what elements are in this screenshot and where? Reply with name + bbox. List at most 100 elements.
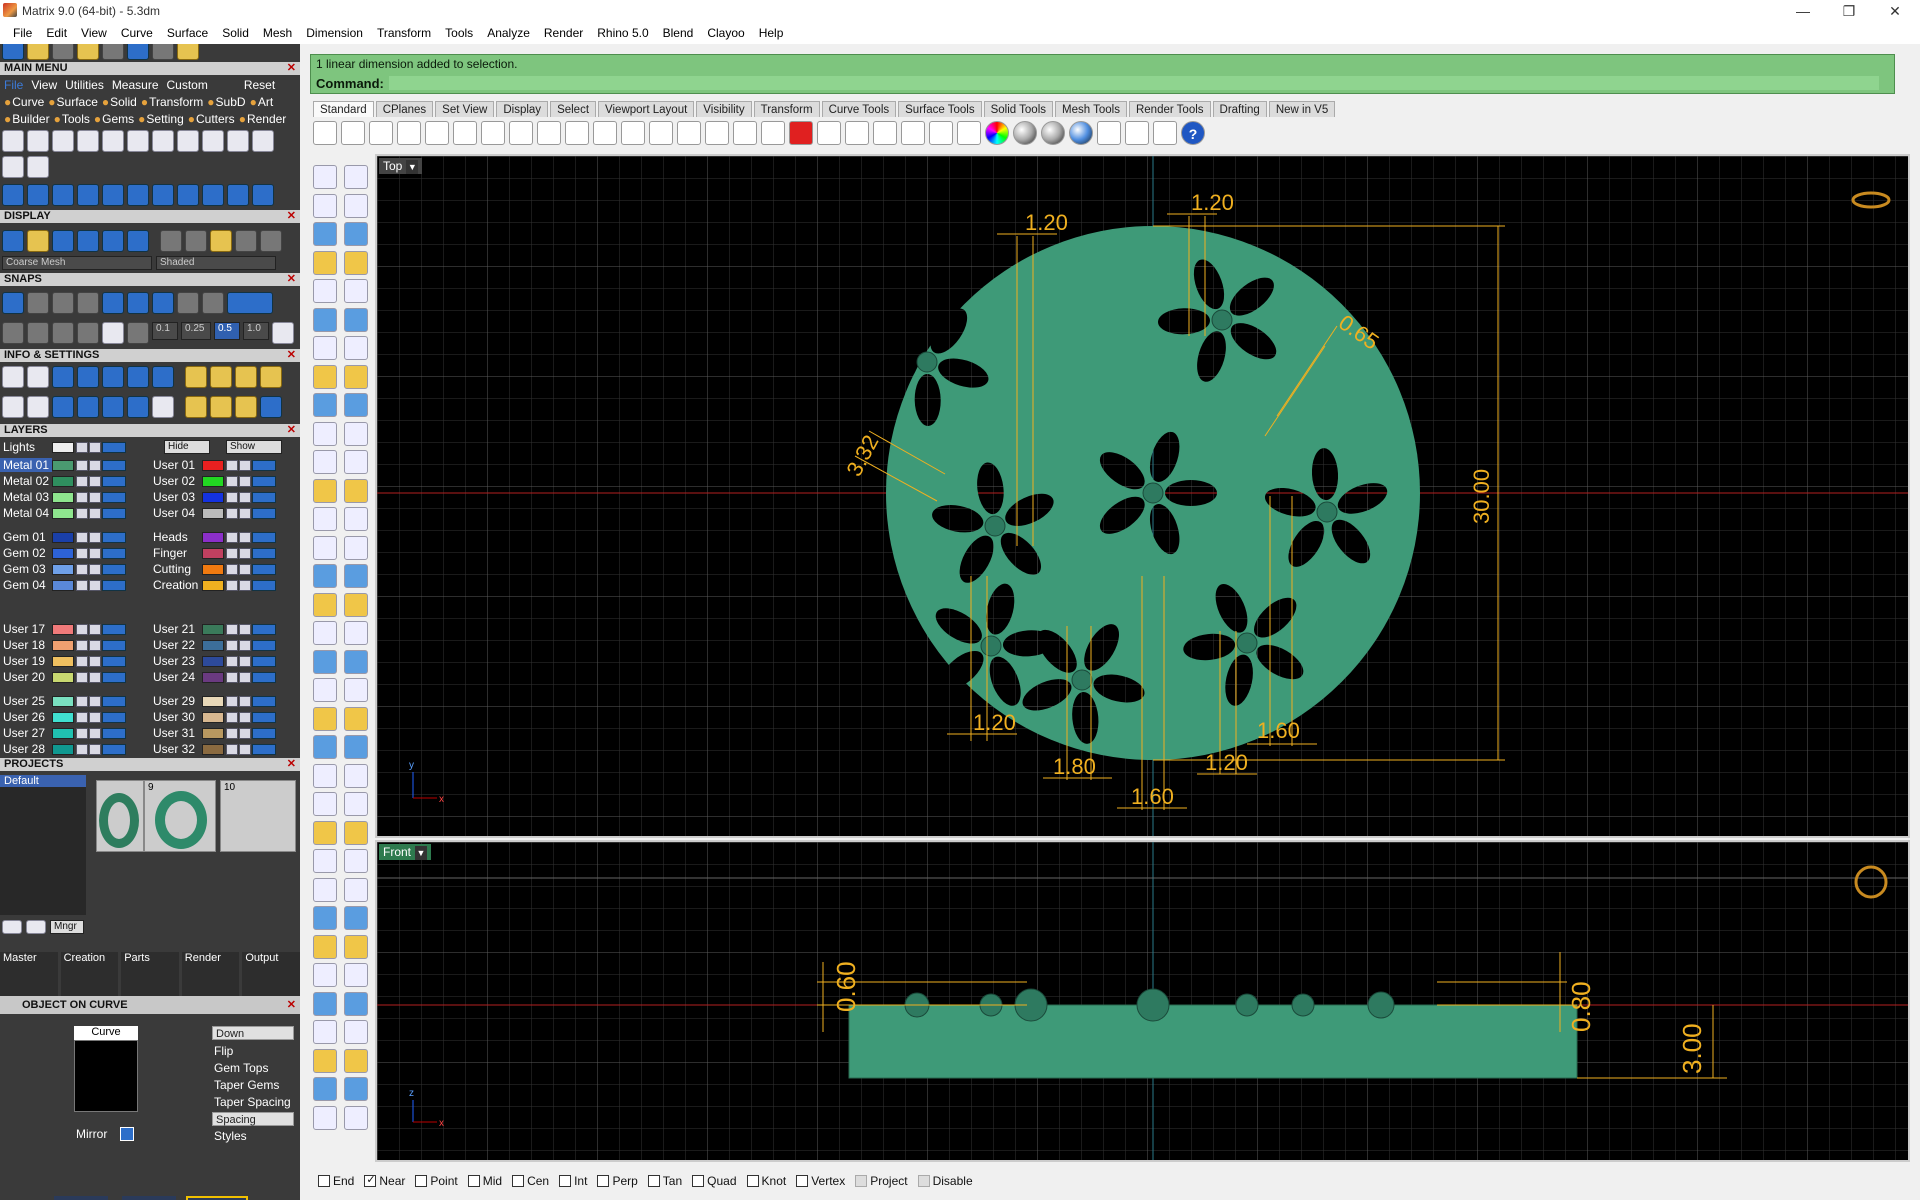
- layer-material-bar[interactable]: [102, 623, 126, 635]
- tool-icon[interactable]: [210, 396, 232, 418]
- drawing-tool-icon[interactable]: [344, 1048, 368, 1073]
- options-gear-icon[interactable]: [1125, 121, 1149, 145]
- menu-solid[interactable]: Solid: [215, 22, 256, 44]
- layer-row[interactable]: User 20: [0, 670, 126, 684]
- viewport-top-label[interactable]: Top ▼: [379, 158, 423, 174]
- osnap-perp[interactable]: Perp: [597, 1174, 638, 1188]
- layer-name[interactable]: User 25: [0, 694, 52, 708]
- tab-display[interactable]: Display: [496, 101, 549, 117]
- mesh-quality-select[interactable]: Coarse Mesh: [2, 256, 152, 270]
- drawing-tool-icon[interactable]: [313, 792, 337, 816]
- snap-icon[interactable]: [2, 292, 24, 314]
- drawing-tool-icon[interactable]: [313, 250, 337, 275]
- main-menu-reset[interactable]: Reset: [244, 78, 275, 92]
- drawing-tool-icon[interactable]: [313, 621, 337, 645]
- tab-solid-tools[interactable]: Solid Tools: [983, 101, 1053, 117]
- layer-color-swatch[interactable]: [52, 441, 74, 453]
- tool-icon[interactable]: [177, 44, 199, 60]
- snap-value-0-1[interactable]: 0.1: [152, 322, 178, 340]
- layer-row[interactable]: User 26: [0, 710, 126, 724]
- lock-icon[interactable]: [226, 491, 238, 503]
- eye-icon[interactable]: [239, 563, 251, 575]
- main-menu-utilities[interactable]: Utilities: [65, 78, 104, 92]
- layer-row[interactable]: Gem 03: [0, 562, 126, 576]
- tab-viewport-layout[interactable]: Viewport Layout: [598, 101, 695, 117]
- tool-icon[interactable]: [52, 44, 74, 60]
- layer-row[interactable]: User 01: [150, 458, 276, 472]
- drawing-tool-icon[interactable]: [344, 165, 368, 189]
- sphere-icon[interactable]: [185, 230, 207, 252]
- osnap-checkbox[interactable]: [855, 1175, 868, 1187]
- layer-row[interactable]: User 25: [0, 694, 126, 708]
- eye-icon[interactable]: [89, 459, 101, 471]
- open-folder-icon[interactable]: [341, 121, 365, 145]
- drawing-tool-icon[interactable]: [344, 706, 368, 731]
- layer-name[interactable]: User 28: [0, 742, 52, 756]
- eye-icon[interactable]: [89, 623, 101, 635]
- layer-name[interactable]: Cutting: [150, 562, 202, 576]
- drawing-tool-icon[interactable]: [313, 1020, 337, 1044]
- ooc-option-taper-gems[interactable]: Taper Gems: [214, 1078, 279, 1092]
- tool-icon[interactable]: [127, 44, 149, 60]
- layer-material-bar[interactable]: [102, 507, 126, 519]
- layer-material-bar[interactable]: [252, 563, 276, 575]
- eye-icon[interactable]: [89, 743, 101, 755]
- tool-icon[interactable]: [52, 396, 74, 418]
- grid-snap-icon[interactable]: [272, 322, 294, 344]
- layer-row[interactable]: Metal 02: [0, 474, 126, 488]
- drawing-tool-icon[interactable]: [313, 678, 337, 702]
- layer-material-bar[interactable]: [252, 547, 276, 559]
- layer-material-bar[interactable]: [252, 639, 276, 651]
- snap-icon[interactable]: [202, 292, 224, 314]
- drawing-tool-icon[interactable]: [313, 820, 337, 845]
- layer-row[interactable]: User 19: [0, 654, 126, 668]
- new-icon[interactable]: [2, 130, 24, 152]
- osnap-checkbox[interactable]: [318, 1175, 330, 1187]
- layer-row[interactable]: User 31: [150, 726, 276, 740]
- osnap-checkbox[interactable]: [692, 1175, 705, 1187]
- osnap-tan[interactable]: Tan: [647, 1174, 682, 1188]
- drawing-tool-icon[interactable]: [344, 1020, 368, 1044]
- drawing-tool-icon[interactable]: [313, 649, 337, 674]
- layer-name[interactable]: Metal 03: [0, 490, 52, 504]
- layer-material-bar[interactable]: [102, 491, 126, 503]
- drawing-tool-icon[interactable]: [344, 735, 368, 759]
- layer-material-bar[interactable]: [252, 671, 276, 683]
- display-mode-select[interactable]: Shaded: [156, 256, 276, 270]
- drawing-tool-icon[interactable]: [344, 906, 368, 930]
- layer-name[interactable]: User 26: [0, 710, 52, 724]
- layer-name[interactable]: User 01: [150, 458, 202, 472]
- ooc-option-spacing[interactable]: Spacing: [212, 1112, 294, 1126]
- menu-view[interactable]: View: [74, 22, 114, 44]
- drawing-tool-icon[interactable]: [344, 592, 368, 617]
- lock-icon[interactable]: [76, 563, 88, 575]
- lock-icon[interactable]: [76, 547, 88, 559]
- layer-name[interactable]: User 20: [0, 670, 52, 684]
- drawing-tool-icon[interactable]: [313, 193, 337, 218]
- layer-row[interactable]: User 18: [0, 638, 126, 652]
- layer-row[interactable]: Gem 02: [0, 546, 126, 560]
- print-icon[interactable]: [27, 156, 49, 178]
- drawing-tool-icon[interactable]: [313, 279, 337, 303]
- small-save-icon[interactable]: [152, 130, 174, 152]
- viewport-front[interactable]: 0.60 0.80 3.00 z x Front ▼: [375, 840, 1910, 1162]
- gear-icon[interactable]: [2, 366, 24, 388]
- drawing-tool-icon[interactable]: [344, 820, 368, 845]
- drawing-tool-icon[interactable]: [313, 849, 337, 873]
- menu-tools[interactable]: Tools: [438, 22, 480, 44]
- four-view-icon[interactable]: [761, 121, 785, 145]
- layer-material-bar[interactable]: [252, 475, 276, 487]
- save-icon[interactable]: [369, 121, 393, 145]
- tab-cplanes[interactable]: CPlanes: [375, 101, 434, 117]
- lock-icon[interactable]: [226, 579, 238, 591]
- eye-icon[interactable]: [89, 711, 101, 723]
- menu-dimension[interactable]: Dimension: [299, 22, 370, 44]
- tool-icon[interactable]: [2, 184, 24, 206]
- save-icon[interactable]: [102, 130, 124, 152]
- lock-icon[interactable]: [226, 639, 238, 651]
- lock-icon[interactable]: [226, 459, 238, 471]
- add-icon[interactable]: [2, 920, 22, 934]
- drawing-tool-icon[interactable]: [313, 307, 337, 332]
- layer-row[interactable]: Heads: [150, 530, 276, 544]
- tool-icon[interactable]: [77, 396, 99, 418]
